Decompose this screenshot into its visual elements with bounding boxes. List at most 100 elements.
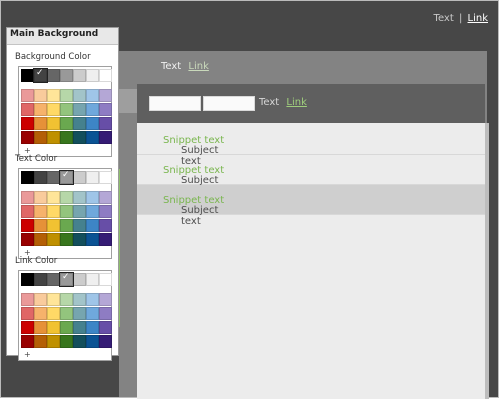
color-swatch[interactable] <box>86 131 99 144</box>
color-swatch[interactable] <box>73 273 86 286</box>
color-swatch[interactable] <box>60 205 73 218</box>
color-swatch[interactable] <box>34 117 47 130</box>
color-swatch[interactable]: ✓ <box>59 170 74 185</box>
color-swatch[interactable] <box>47 293 60 306</box>
color-swatch[interactable] <box>99 103 112 116</box>
color-swatch[interactable] <box>73 205 86 218</box>
color-swatch[interactable] <box>73 307 86 320</box>
color-swatch[interactable] <box>21 89 34 102</box>
color-swatch[interactable] <box>34 103 47 116</box>
color-swatch[interactable] <box>60 233 73 246</box>
toolbar-input-1[interactable] <box>149 96 201 111</box>
color-swatch[interactable] <box>60 69 73 82</box>
color-swatch[interactable] <box>73 293 86 306</box>
color-swatch[interactable] <box>73 131 86 144</box>
color-swatch[interactable] <box>99 191 112 204</box>
color-swatch[interactable] <box>86 219 99 232</box>
color-swatch[interactable] <box>21 233 34 246</box>
color-swatch[interactable] <box>60 117 73 130</box>
list-item[interactable]: Subject textSnippet text <box>137 125 485 167</box>
color-swatch[interactable]: ✓ <box>33 68 48 83</box>
color-swatch[interactable] <box>47 307 60 320</box>
list-item[interactable]: Subject textSnippet text <box>137 155 485 197</box>
color-swatch[interactable] <box>86 69 99 82</box>
list-item-selected[interactable]: Subject text Snippet text <box>137 185 485 227</box>
color-swatch[interactable] <box>60 335 73 348</box>
color-swatch[interactable] <box>99 131 112 144</box>
color-swatch[interactable] <box>34 293 47 306</box>
color-swatch[interactable] <box>34 273 47 286</box>
color-swatch[interactable] <box>21 103 34 116</box>
color-swatch[interactable] <box>73 233 86 246</box>
color-swatch[interactable] <box>34 219 47 232</box>
color-swatch[interactable] <box>99 205 112 218</box>
color-swatch[interactable] <box>47 131 60 144</box>
color-swatch[interactable] <box>34 307 47 320</box>
color-swatch[interactable] <box>21 69 34 82</box>
color-swatch[interactable] <box>47 69 60 82</box>
color-swatch[interactable] <box>99 321 112 334</box>
color-swatch[interactable] <box>21 205 34 218</box>
color-swatch[interactable] <box>86 321 99 334</box>
color-swatch[interactable] <box>21 117 34 130</box>
color-swatch[interactable] <box>73 69 86 82</box>
color-swatch[interactable] <box>47 335 60 348</box>
color-swatch[interactable] <box>99 219 112 232</box>
color-swatch[interactable] <box>47 205 60 218</box>
color-swatch[interactable] <box>21 171 34 184</box>
color-swatch[interactable] <box>73 117 86 130</box>
color-swatch[interactable] <box>99 89 112 102</box>
color-swatch[interactable] <box>21 131 34 144</box>
color-swatch[interactable] <box>99 307 112 320</box>
color-swatch[interactable] <box>99 273 112 286</box>
color-swatch[interactable] <box>99 335 112 348</box>
color-swatch[interactable] <box>21 273 34 286</box>
color-swatch[interactable] <box>21 293 34 306</box>
color-swatch[interactable] <box>99 233 112 246</box>
color-swatch[interactable] <box>73 89 86 102</box>
color-swatch[interactable] <box>86 293 99 306</box>
color-swatch[interactable] <box>34 321 47 334</box>
color-swatch[interactable] <box>86 233 99 246</box>
color-swatch[interactable] <box>47 273 60 286</box>
color-swatch[interactable] <box>86 103 99 116</box>
color-swatch[interactable] <box>73 219 86 232</box>
color-swatch[interactable] <box>73 335 86 348</box>
color-swatch[interactable] <box>86 89 99 102</box>
color-swatch[interactable] <box>60 131 73 144</box>
color-swatch[interactable] <box>34 205 47 218</box>
color-swatch[interactable] <box>47 171 60 184</box>
color-swatch[interactable] <box>21 321 34 334</box>
color-swatch[interactable] <box>86 191 99 204</box>
color-swatch[interactable] <box>34 335 47 348</box>
color-swatch[interactable] <box>21 191 34 204</box>
color-swatch[interactable] <box>34 89 47 102</box>
color-swatch[interactable] <box>60 103 73 116</box>
color-swatch[interactable] <box>60 191 73 204</box>
toolbar-input-2[interactable] <box>203 96 255 111</box>
color-swatch[interactable] <box>60 89 73 102</box>
color-swatch[interactable] <box>47 89 60 102</box>
color-swatch[interactable]: ✓ <box>59 272 74 287</box>
color-swatch[interactable] <box>47 233 60 246</box>
panel-link[interactable]: Link <box>188 61 208 72</box>
color-swatch[interactable] <box>73 191 86 204</box>
color-swatch[interactable] <box>86 273 99 286</box>
scrollbar-track[interactable] <box>485 123 489 399</box>
color-swatch[interactable] <box>86 171 99 184</box>
color-swatch[interactable] <box>34 191 47 204</box>
color-swatch[interactable] <box>99 171 112 184</box>
color-swatch[interactable] <box>34 131 47 144</box>
color-swatch[interactable] <box>21 219 34 232</box>
color-swatch[interactable] <box>47 321 60 334</box>
color-swatch[interactable] <box>60 293 73 306</box>
color-swatch[interactable] <box>21 335 34 348</box>
color-swatch[interactable] <box>73 171 86 184</box>
color-swatch[interactable] <box>60 307 73 320</box>
color-swatch[interactable] <box>47 191 60 204</box>
color-swatch[interactable] <box>47 103 60 116</box>
color-swatch[interactable] <box>47 117 60 130</box>
color-swatch[interactable] <box>86 205 99 218</box>
color-swatch[interactable] <box>86 335 99 348</box>
color-swatch[interactable] <box>99 69 112 82</box>
